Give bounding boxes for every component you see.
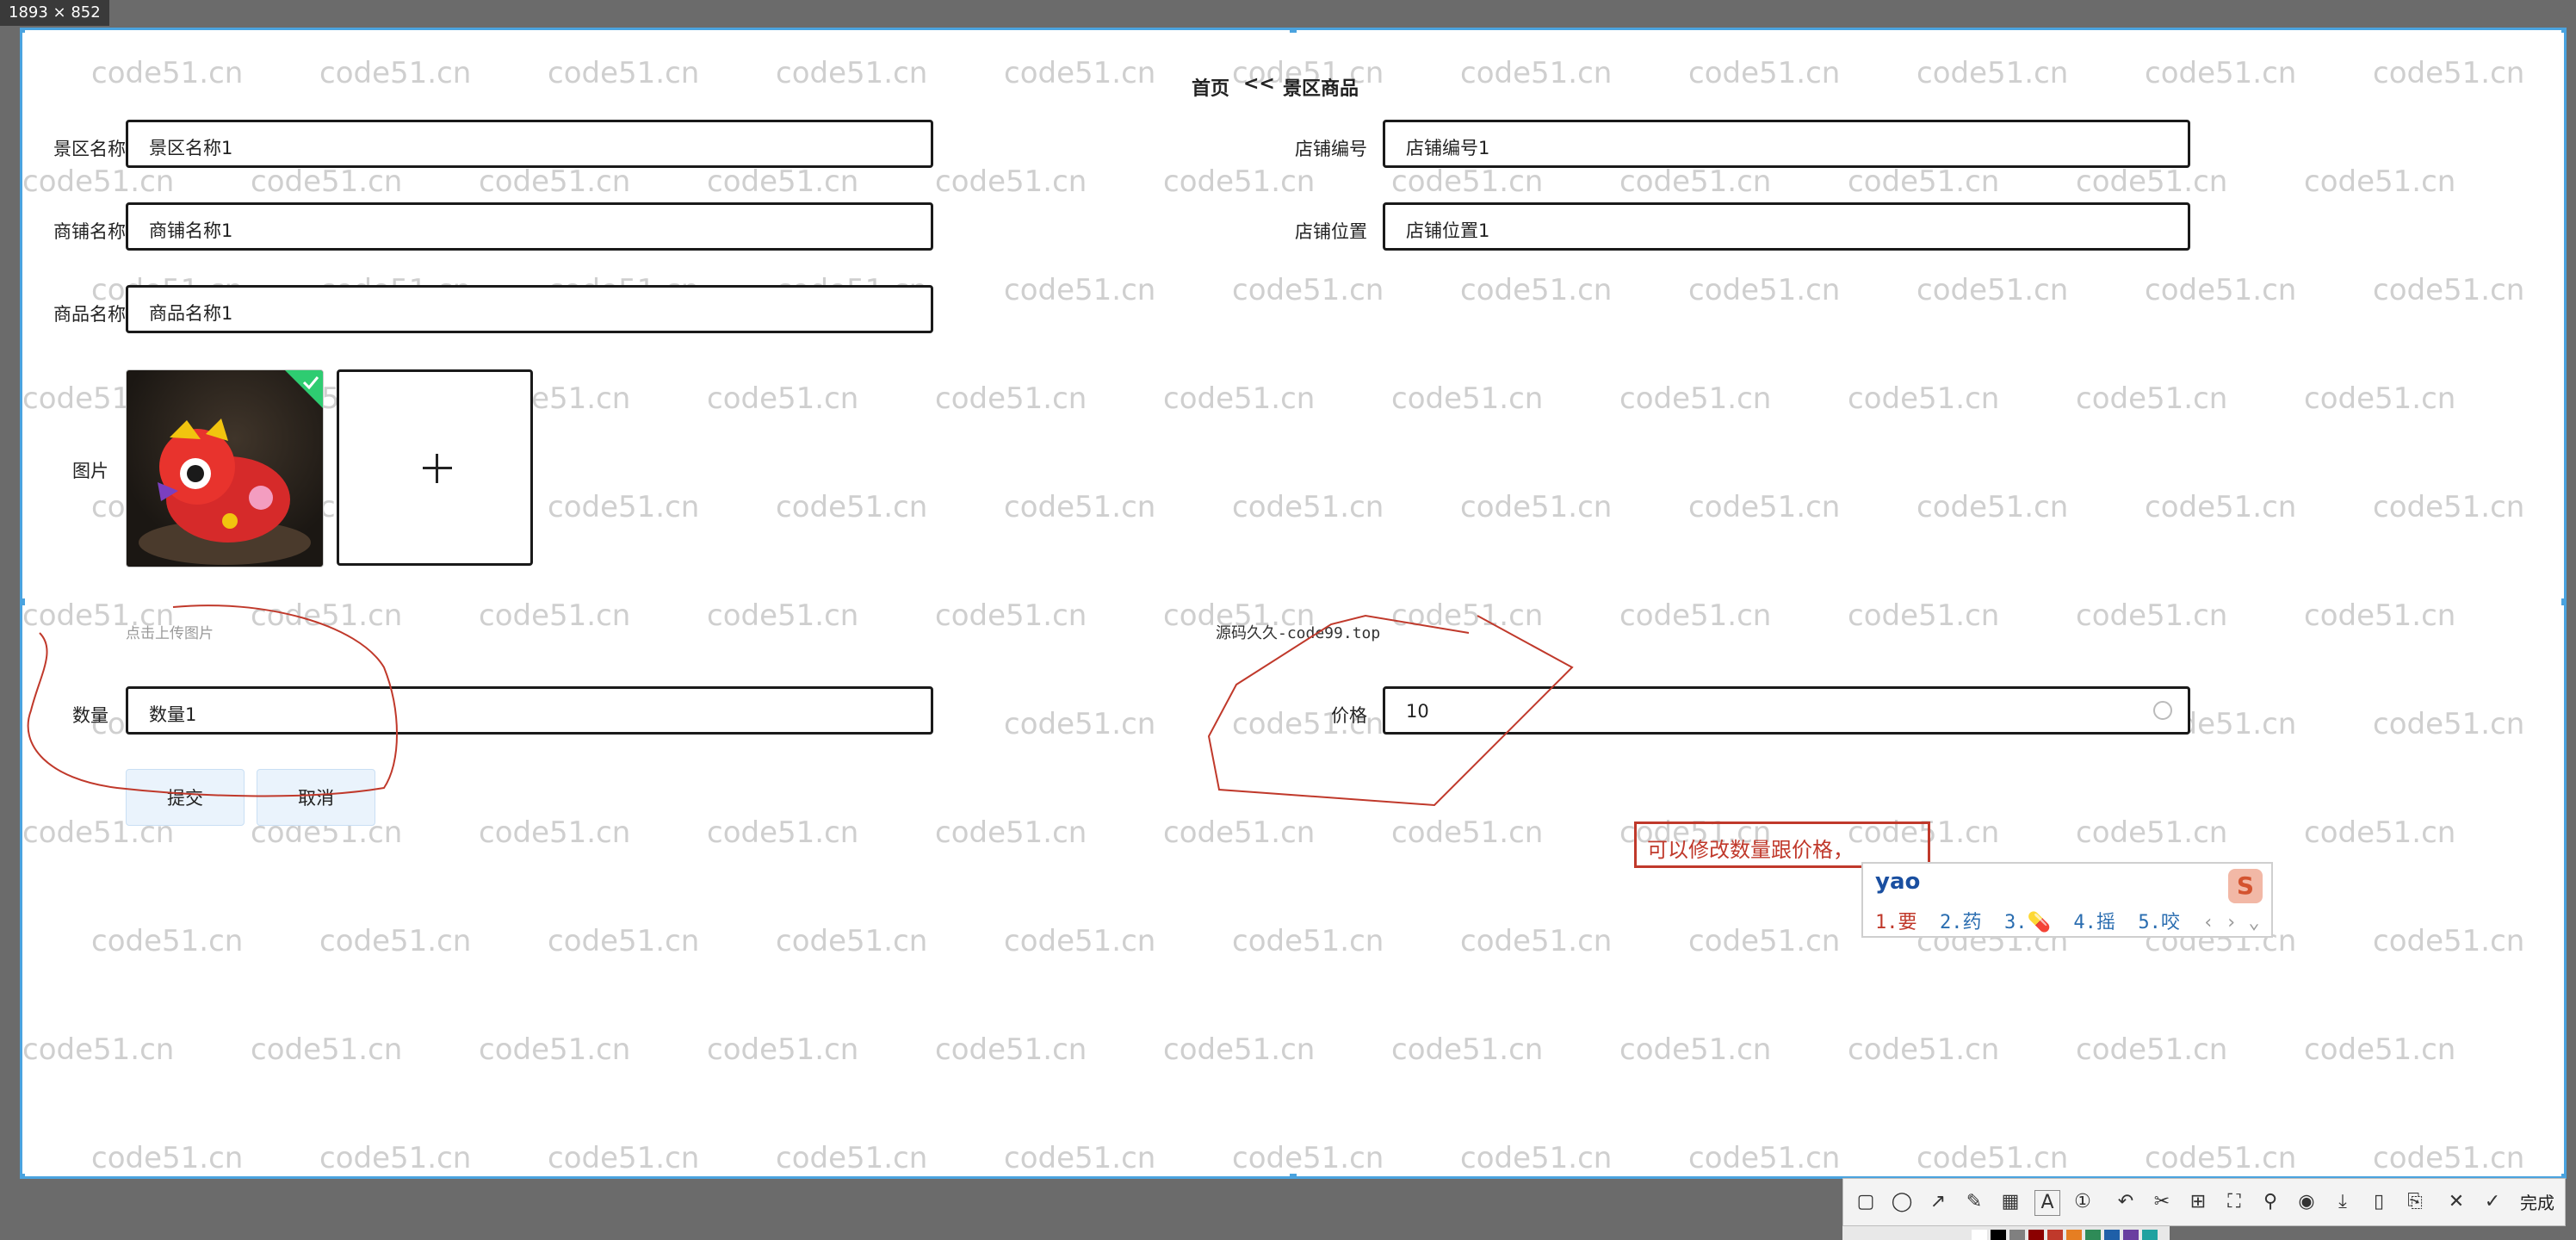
download-icon[interactable]: ⤓ <box>2331 1190 2355 1214</box>
ime-candidate[interactable]: 1.要 <box>1875 912 1917 933</box>
ime-typed-text: yao <box>1875 869 1921 895</box>
ime-candidate[interactable]: 4.摇 <box>2073 912 2115 933</box>
color-swatch[interactable] <box>2066 1230 2082 1240</box>
color-palette <box>1842 1226 2170 1240</box>
check-icon[interactable]: ✓ <box>2480 1190 2505 1214</box>
screenshot-toolbar: ▢ ◯ ↗ ✎ ▦ A ① ↶ ✂ ⊞ ⛶ ⚲ ◉ ⤓ ▯ ⎘ ✕ ✓ 完成 <box>1842 1178 2566 1226</box>
color-swatch[interactable] <box>2104 1230 2120 1240</box>
ime-candidate-popup[interactable]: yao S 1.要 2.药 3.💊 4.摇 5.咬 ‹ › ⌄ <box>1861 862 2273 938</box>
undo-icon[interactable]: ↶ <box>2114 1190 2138 1214</box>
sogou-logo-icon: S <box>2228 869 2263 903</box>
color-swatch[interactable] <box>1991 1230 2006 1240</box>
arrow-icon[interactable]: ↗ <box>1926 1190 1950 1214</box>
finish-button[interactable]: 完成 <box>2520 1189 2554 1214</box>
ocr-icon[interactable]: ⊞ <box>2186 1190 2210 1214</box>
color-swatch[interactable] <box>1972 1230 1987 1240</box>
mosaic-icon[interactable]: ▦ <box>1998 1190 2022 1214</box>
scissors-icon[interactable]: ✂ <box>2150 1190 2174 1214</box>
close-icon[interactable]: ✕ <box>2444 1190 2468 1214</box>
annotation-strokes <box>27 604 1574 807</box>
copy-icon[interactable]: ▯ <box>2367 1190 2391 1214</box>
ime-candidate[interactable]: 3.💊 <box>2004 912 2051 933</box>
color-swatch[interactable] <box>2142 1230 2158 1240</box>
ellipse-icon[interactable]: ◯ <box>1890 1190 1914 1214</box>
color-swatch[interactable] <box>2009 1230 2025 1240</box>
color-swatch[interactable] <box>2047 1230 2063 1240</box>
color-swatch[interactable] <box>2028 1230 2044 1240</box>
ime-candidate[interactable]: 5.咬 <box>2138 912 2180 933</box>
size-badge: 1893 × 852 <box>0 0 109 26</box>
ime-candidate-list[interactable]: 1.要 2.药 3.💊 4.摇 5.咬 ‹ › ⌄ <box>1875 907 2260 934</box>
number-marker-icon[interactable]: ① <box>2071 1190 2095 1214</box>
annotation-text: 可以修改数量跟价格， <box>1647 838 1854 862</box>
screenshot-canvas: code51.cn code51.cn code51.cn code51.cn code… <box>20 28 2567 1179</box>
text-icon[interactable]: A <box>2034 1190 2060 1216</box>
color-swatch[interactable] <box>2085 1230 2101 1240</box>
annotation-textbox[interactable]: 可以修改数量跟价格， <box>1634 822 1930 868</box>
color-swatch[interactable] <box>2123 1230 2139 1240</box>
record-icon[interactable]: ◉ <box>2294 1190 2319 1214</box>
ime-candidate[interactable]: 2.药 <box>1940 912 1982 933</box>
rectangle-icon[interactable]: ▢ <box>1854 1190 1878 1214</box>
pin-icon[interactable]: ⚲ <box>2258 1190 2282 1214</box>
save-icon[interactable]: ⎘ <box>2403 1190 2427 1214</box>
pen-icon[interactable]: ✎ <box>1962 1190 1986 1214</box>
screenshot-icon[interactable]: ⛶ <box>2222 1190 2246 1214</box>
